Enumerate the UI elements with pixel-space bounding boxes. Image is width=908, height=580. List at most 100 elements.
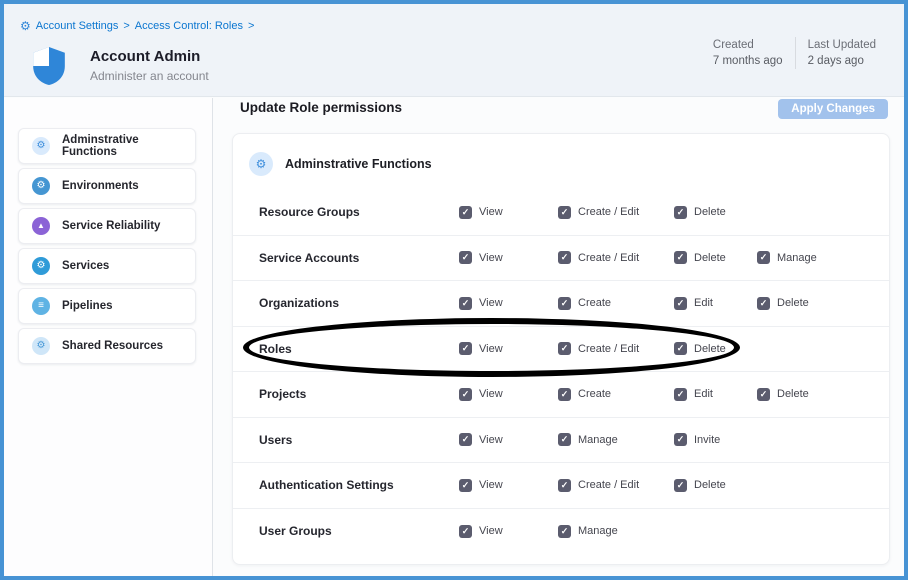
checkbox-icon[interactable] [558, 342, 571, 355]
breadcrumb-link-account-settings[interactable]: Account Settings [36, 20, 119, 32]
permission-label: View [479, 525, 503, 537]
permission-cell[interactable]: Create / Edit [558, 206, 674, 219]
resource-name: Organizations [259, 296, 459, 310]
checkbox-icon[interactable] [558, 433, 571, 446]
permission-label: View [479, 206, 503, 218]
checkbox-icon[interactable] [459, 206, 472, 219]
section-title: Adminstrative Functions [285, 157, 432, 171]
sidebar-item-services[interactable]: ⚙ Services [18, 248, 196, 284]
checkbox-icon[interactable] [674, 251, 687, 264]
role-meta: Created 7 months ago Last Updated 2 days… [701, 37, 888, 69]
permission-cell[interactable]: Manage [558, 433, 674, 446]
checkbox-icon[interactable] [459, 297, 472, 310]
permission-label: View [479, 388, 503, 400]
resource-name: Service Accounts [259, 251, 459, 265]
sidebar-item-shared-resources[interactable]: ⚙ Shared Resources [18, 328, 196, 364]
checkbox-icon[interactable] [558, 525, 571, 538]
permission-cell[interactable]: Delete [674, 251, 757, 264]
permission-cell[interactable]: View [459, 251, 558, 264]
permission-cell[interactable]: View [459, 525, 558, 538]
permission-cell[interactable]: Delete [674, 479, 757, 492]
permission-cell[interactable]: Create [558, 297, 674, 310]
permission-label: Create / Edit [578, 479, 639, 491]
created-label: Created [713, 39, 783, 51]
permission-cell[interactable]: Create / Edit [558, 342, 674, 355]
last-updated-meta: Last Updated 2 days ago [796, 39, 888, 67]
sidebar-item-environments[interactable]: ⚙ Environments [18, 168, 196, 204]
table-row-user-groups: User Groups View Manage [233, 509, 889, 555]
sidebar-item-label: Adminstrative Functions [62, 134, 195, 158]
permission-label: View [479, 479, 503, 491]
gear-icon: ⚙ [32, 177, 50, 195]
permission-cell[interactable]: View [459, 297, 558, 310]
permission-cell[interactable]: Edit [674, 388, 757, 401]
breadcrumb-link-access-control-roles[interactable]: Access Control: Roles [135, 20, 243, 32]
permission-label: Edit [694, 297, 713, 309]
gear-icon: ⚙ [249, 152, 273, 176]
permission-label: Delete [694, 343, 726, 355]
checkbox-icon[interactable] [558, 297, 571, 310]
permission-cell[interactable]: Delete [674, 206, 757, 219]
apply-changes-button[interactable]: Apply Changes [778, 99, 888, 119]
checkbox-icon[interactable] [674, 479, 687, 492]
permission-cell[interactable]: View [459, 388, 558, 401]
permission-label: Delete [777, 388, 809, 400]
sidebar-item-pipelines[interactable]: ≡ Pipelines [18, 288, 196, 324]
permission-cell[interactable]: View [459, 342, 558, 355]
created-value: 7 months ago [713, 55, 783, 67]
checkbox-icon[interactable] [674, 342, 687, 355]
checkbox-icon[interactable] [459, 433, 472, 446]
permission-label: Manage [578, 434, 618, 446]
permission-cell[interactable]: View [459, 433, 558, 446]
checkbox-icon[interactable] [757, 251, 770, 264]
checkbox-icon[interactable] [674, 388, 687, 401]
permission-cell[interactable]: Manage [558, 525, 674, 538]
checkbox-icon[interactable] [558, 206, 571, 219]
table-row-service-accounts: Service Accounts View Create / Edit Dele… [233, 236, 889, 282]
permission-label: Manage [578, 525, 618, 537]
checkbox-icon[interactable] [459, 342, 472, 355]
permission-cell[interactable]: View [459, 479, 558, 492]
permission-label: View [479, 434, 503, 446]
checkbox-icon[interactable] [674, 206, 687, 219]
created-meta: Created 7 months ago [701, 39, 795, 67]
checkbox-icon[interactable] [757, 297, 770, 310]
sidebar-item-label: Service Reliability [62, 220, 160, 232]
permission-label: View [479, 343, 503, 355]
resource-name: Users [259, 433, 459, 447]
permission-cell[interactable]: Create / Edit [558, 479, 674, 492]
checkbox-icon[interactable] [459, 525, 472, 538]
permission-cell[interactable]: Create / Edit [558, 251, 674, 264]
permission-cell[interactable]: Delete [757, 388, 889, 401]
permission-label: Delete [777, 297, 809, 309]
page-header: ⚙ Account Settings > Access Control: Rol… [4, 4, 904, 97]
permission-cell[interactable]: Manage [757, 251, 889, 264]
checkbox-icon[interactable] [558, 479, 571, 492]
checkbox-icon[interactable] [558, 388, 571, 401]
permission-cell[interactable]: Create [558, 388, 674, 401]
permission-label: Delete [694, 206, 726, 218]
breadcrumb: ⚙ Account Settings > Access Control: Rol… [20, 20, 254, 32]
sidebar-item-service-reliability[interactable]: ▲ Service Reliability [18, 208, 196, 244]
permission-label: Delete [694, 479, 726, 491]
permission-cell[interactable]: Delete [674, 342, 757, 355]
checkbox-icon[interactable] [757, 388, 770, 401]
page-subtitle: Administer an account [90, 69, 209, 83]
checkbox-icon[interactable] [459, 388, 472, 401]
permission-cell[interactable]: Invite [674, 433, 757, 446]
resource-category-sidebar: ⚙ Adminstrative Functions ⚙ Environments… [4, 98, 213, 576]
checkbox-icon[interactable] [459, 479, 472, 492]
permission-cell[interactable]: View [459, 206, 558, 219]
section-header: ⚙ Adminstrative Functions [249, 152, 432, 176]
checkbox-icon[interactable] [558, 251, 571, 264]
checkbox-icon[interactable] [459, 251, 472, 264]
checkbox-icon[interactable] [674, 297, 687, 310]
sidebar-item-label: Pipelines [62, 300, 113, 312]
table-row-users: Users View Manage Invite [233, 418, 889, 464]
permission-cell[interactable]: Delete [757, 297, 889, 310]
sidebar-item-label: Services [62, 260, 109, 272]
checkbox-icon[interactable] [674, 433, 687, 446]
gear-icon: ⚙ [32, 257, 50, 275]
sidebar-item-administrative-functions[interactable]: ⚙ Adminstrative Functions [18, 128, 196, 164]
permission-cell[interactable]: Edit [674, 297, 757, 310]
